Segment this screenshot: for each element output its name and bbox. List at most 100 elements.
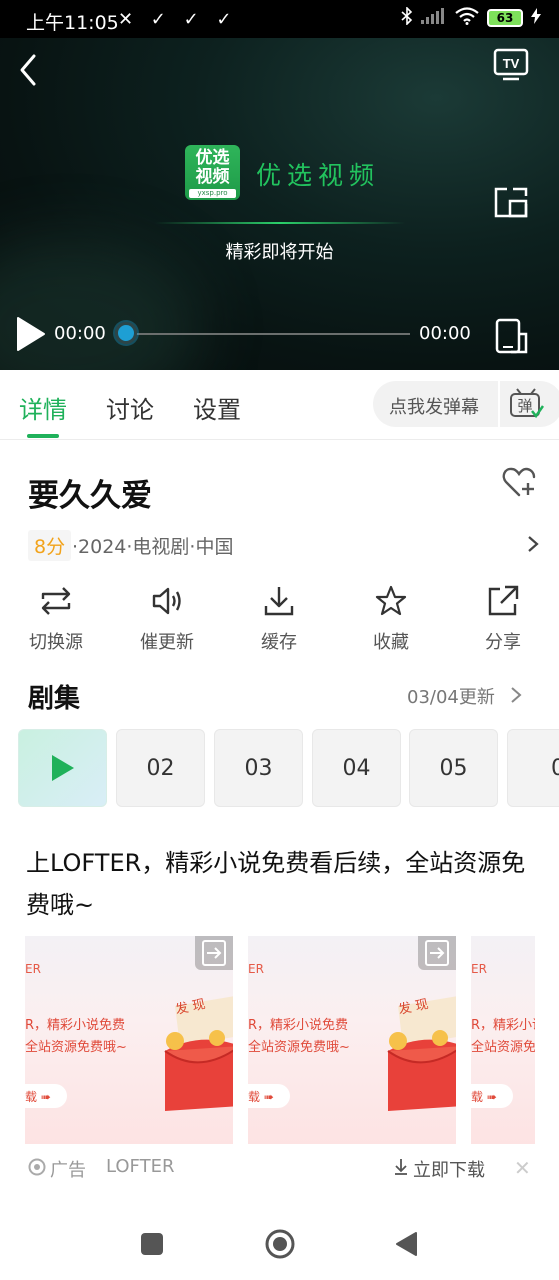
phone-rotate-icon xyxy=(495,318,528,354)
ad-card-download: 载 ➠ xyxy=(248,1084,290,1108)
ad-card-line2: 全站资源免费哦~ xyxy=(248,1040,350,1055)
signal-icon xyxy=(421,8,447,28)
episodes-update-text[interactable]: 03/04更新 xyxy=(407,683,495,709)
notification-icons: ✕ ✓ ✓ ✓ xyxy=(118,9,238,30)
show-meta-row[interactable]: 8分 ·2024·电视剧·中国 xyxy=(28,530,540,561)
urge-update-button[interactable]: 催更新 xyxy=(117,584,217,654)
ad-tag: 广告 xyxy=(50,1160,86,1181)
favorite-heart-button[interactable] xyxy=(502,466,536,498)
ad-card-line1: R，精彩小说免费 xyxy=(248,1018,349,1033)
share-icon xyxy=(488,585,519,616)
loading-text: 精彩即将开始 xyxy=(225,242,334,263)
episodes-title: 剧集 xyxy=(28,684,81,714)
tab-discussion[interactable]: 讨论 xyxy=(106,390,154,425)
wifi-icon xyxy=(455,7,479,29)
status-time: 上午11:05 xyxy=(26,12,119,34)
ad-logo-icon xyxy=(28,1158,46,1176)
cache-label: 缓存 xyxy=(261,632,297,653)
share-button[interactable]: 分享 xyxy=(453,584,553,654)
urge-update-label: 催更新 xyxy=(140,632,194,653)
ad-image[interactable]: ER R，精彩小说免费 全站资源免费哦~ 载 ➠ xyxy=(471,936,535,1144)
switch-source-label: 切换源 xyxy=(29,632,83,653)
charging-icon xyxy=(531,8,541,28)
ad-card-download: 载 ➠ xyxy=(25,1084,67,1108)
danmu-toggle-icon[interactable]: 弹 xyxy=(508,387,545,421)
nav-back-button[interactable] xyxy=(394,1231,418,1257)
chevron-right-icon[interactable] xyxy=(510,685,522,705)
ad-title[interactable]: 上LOFTER，精彩小说免费看后续，全站资源免费哦~ xyxy=(26,842,536,926)
back-button[interactable] xyxy=(14,52,44,88)
battery-icon: 63 xyxy=(487,9,523,27)
switch-source-icon xyxy=(41,587,71,615)
ad-footer: 广告 LOFTER 立即下载 ✕ xyxy=(28,1156,538,1182)
score-badge: 8分 xyxy=(28,530,72,561)
episode-item[interactable]: 03 xyxy=(214,729,303,807)
ad-source: LOFTER xyxy=(106,1156,175,1177)
ad-card-line2: 全站资源免费哦~ xyxy=(25,1040,127,1055)
episode-item[interactable]: 05 xyxy=(409,729,498,807)
action-row: 切换源 催更新 缓存 收藏 分享 xyxy=(0,584,559,654)
svg-text:弹: 弹 xyxy=(517,397,532,415)
exit-icon xyxy=(425,940,449,966)
tv-cast-button[interactable]: TV xyxy=(493,48,529,82)
brand-logo-line1: 优选 xyxy=(195,148,230,168)
danmu-placeholder: 点我发弹幕 xyxy=(389,397,479,418)
home-button[interactable] xyxy=(264,1228,296,1260)
brand-logo: 优选 视频 yxsp.pro xyxy=(185,145,240,200)
loading-line xyxy=(155,222,405,224)
brand-logo-line2: 视频 xyxy=(195,167,230,187)
episode-item[interactable]: 0 xyxy=(507,729,559,807)
episode-item[interactable]: 02 xyxy=(116,729,205,807)
detail-tabs: 详情 讨论 设置 点我发弹幕 弹 xyxy=(0,370,559,440)
svg-text:TV: TV xyxy=(503,56,520,71)
progress-knob[interactable] xyxy=(115,322,137,344)
download-icon[interactable] xyxy=(393,1158,409,1176)
ad-card-brand: ER xyxy=(25,962,41,976)
danmu-input[interactable]: 点我发弹幕 弹 xyxy=(373,381,559,427)
ad-image-row[interactable]: ER R，精彩小说免费 全站资源免费哦~ 载 ➠ 发 现 ER R，精彩小说免费… xyxy=(25,936,535,1144)
rotate-screen-button[interactable] xyxy=(493,318,529,354)
picture-in-picture-icon xyxy=(494,187,528,218)
recent-apps-button[interactable] xyxy=(141,1233,163,1255)
progress-track[interactable] xyxy=(126,333,410,335)
episode-list: 02 03 04 05 0 xyxy=(18,729,559,807)
collect-label: 收藏 xyxy=(373,632,409,653)
ad-card-line1: R，精彩小说免费 xyxy=(471,1018,535,1033)
collect-button[interactable]: 收藏 xyxy=(341,584,441,654)
play-icon xyxy=(51,755,74,781)
ad-exit-button[interactable] xyxy=(195,936,233,970)
total-time: 00:00 xyxy=(419,323,471,344)
tab-details[interactable]: 详情 xyxy=(19,390,67,425)
cache-button[interactable]: 缓存 xyxy=(229,584,329,654)
switch-source-button[interactable]: 切换源 xyxy=(6,584,106,654)
speaker-icon xyxy=(152,587,181,615)
share-label: 分享 xyxy=(485,632,521,653)
tab-settings[interactable]: 设置 xyxy=(193,390,241,425)
current-time: 00:00 xyxy=(54,323,106,344)
episode-item[interactable]: 04 xyxy=(312,729,401,807)
brand-name: 优选视频 xyxy=(256,161,381,190)
exit-icon xyxy=(202,940,226,966)
video-player[interactable]: TV 优选 视频 yxsp.pro 优选视频 精彩即将开始 00:00 00:0… xyxy=(0,38,559,370)
ad-close-icon[interactable]: ✕ xyxy=(514,1156,531,1180)
status-right: 63 xyxy=(401,6,541,29)
ad-card-line2: 全站资源免费哦~ xyxy=(471,1040,535,1055)
ad-card-line1: R，精彩小说免费 xyxy=(25,1018,126,1033)
show-meta: ·2024·电视剧·中国 xyxy=(72,536,234,558)
episode-01-playing[interactable] xyxy=(18,729,107,807)
pip-button[interactable] xyxy=(493,186,529,220)
ad-image[interactable]: ER R，精彩小说免费 全站资源免费哦~ 载 ➠ 发 现 xyxy=(25,936,233,1144)
back-arrow-icon xyxy=(20,54,36,86)
star-icon xyxy=(375,585,407,616)
ad-download-button[interactable]: 立即下载 xyxy=(413,1156,485,1182)
ad-card-brand: ER xyxy=(471,962,487,976)
show-title: 要久久爱 xyxy=(28,478,152,514)
ad-card-download: 载 ➠ xyxy=(471,1084,513,1108)
ad-card-brand: ER xyxy=(248,962,264,976)
ad-image[interactable]: ER R，精彩小说免费 全站资源免费哦~ 载 ➠ 发 现 xyxy=(248,936,456,1144)
chevron-right-icon xyxy=(528,536,539,552)
ad-exit-button[interactable] xyxy=(418,936,456,970)
heart-plus-icon xyxy=(502,467,536,497)
tv-icon: TV xyxy=(493,48,529,81)
play-button[interactable] xyxy=(14,316,48,352)
